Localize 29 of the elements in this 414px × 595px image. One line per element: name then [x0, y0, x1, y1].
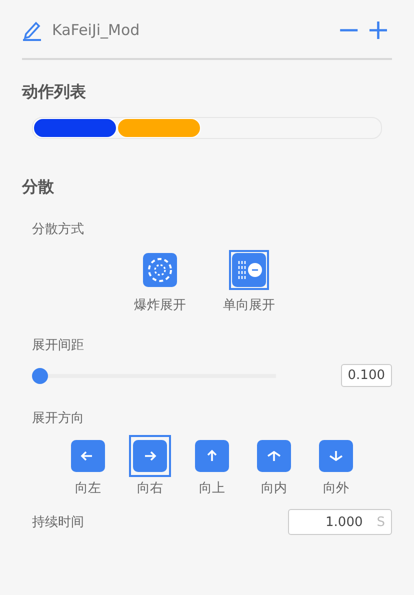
option-label: 爆炸展开 [134, 297, 186, 314]
option-label: 向内 [261, 480, 287, 497]
burst-icon [143, 253, 177, 287]
arrow-outward-icon [319, 440, 353, 472]
single-direction-icon [232, 253, 266, 287]
section-heading: 动作列表 [22, 82, 87, 103]
option-label: 向左 [75, 480, 101, 497]
option-label: 向外 [323, 480, 349, 497]
option-label: 向上 [199, 480, 225, 497]
arrow-up-icon [195, 440, 229, 472]
arrow-right-icon [133, 440, 167, 472]
mode-option[interactable] [229, 250, 269, 290]
value-field[interactable]: 0.100 [340, 364, 392, 387]
field-label: 展开间距 [32, 337, 85, 354]
direction-option[interactable] [129, 435, 171, 477]
duration-field[interactable]: 1.000 S [288, 509, 392, 535]
action-segment[interactable] [33, 118, 117, 138]
arrow-left-icon [71, 440, 105, 472]
option-label: 单向展开 [223, 297, 275, 314]
pencil-icon[interactable] [22, 19, 42, 41]
slider-thumb[interactable] [32, 368, 48, 384]
mod-title: KaFeiJi_Mod [52, 21, 140, 39]
field-label: 展开方向 [32, 410, 85, 427]
section-heading: 分散 [22, 177, 55, 198]
option-label: 向右 [137, 480, 163, 497]
mode-option[interactable] [140, 250, 180, 290]
field-label: 持续时间 [32, 514, 84, 531]
field-label: 分散方式 [32, 221, 85, 238]
arrow-inward-icon [257, 440, 291, 472]
